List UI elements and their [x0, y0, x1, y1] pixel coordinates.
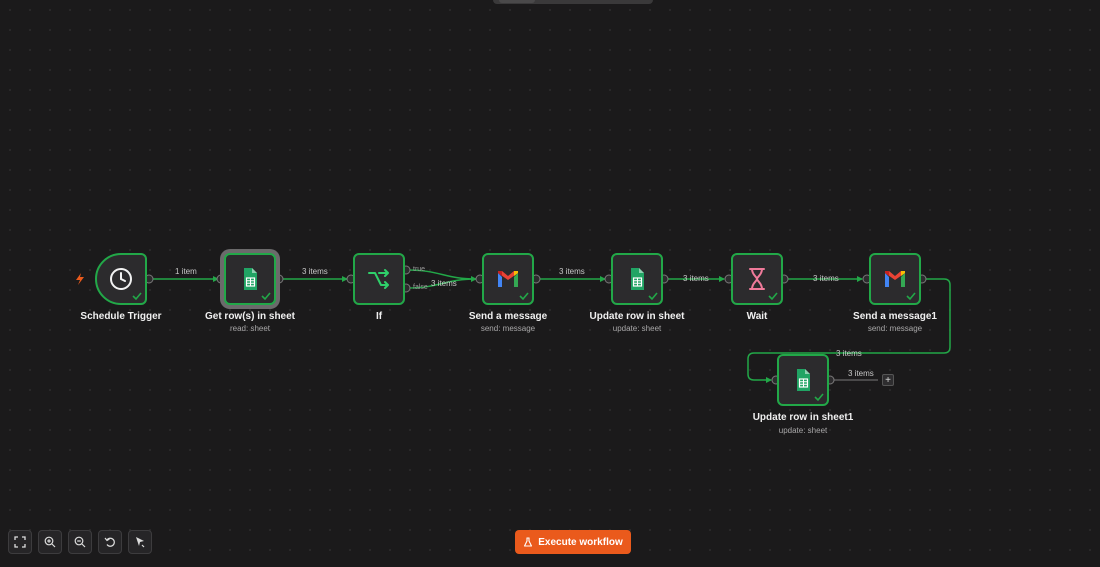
- zoom-in-icon: [44, 536, 56, 548]
- gmail-icon: [885, 271, 905, 287]
- node-update-row[interactable]: [611, 253, 663, 305]
- google-sheets-icon: [244, 268, 257, 290]
- edge-label: 3 items: [848, 369, 874, 378]
- arrow-head: [719, 276, 725, 282]
- edge-label: 3 items: [813, 274, 839, 283]
- if-true-label: true: [413, 266, 426, 273]
- success-check-icon: [906, 292, 916, 301]
- node-subtitle: update: sheet: [778, 426, 828, 435]
- edge-label: 1 item: [175, 267, 197, 276]
- edge-label: 3 items: [302, 267, 328, 276]
- execute-workflow-button[interactable]: Execute workflow: [515, 530, 631, 554]
- success-check-icon: [519, 292, 529, 301]
- node-subtitle: read: sheet: [229, 324, 271, 333]
- if-false-label: false: [413, 284, 428, 291]
- add-node-button[interactable]: +: [882, 374, 894, 386]
- tidy-up-button[interactable]: [128, 530, 152, 554]
- success-check-icon: [261, 292, 271, 301]
- flask-icon: [524, 537, 533, 547]
- edge-label: 3 items: [559, 267, 585, 276]
- output-port: [274, 274, 284, 284]
- node-if[interactable]: [353, 253, 405, 305]
- execute-workflow-label: Execute workflow: [538, 536, 623, 548]
- fit-view-icon: [14, 536, 26, 548]
- edge-label: 3 items: [431, 279, 457, 288]
- tidy-up-icon: [136, 537, 145, 548]
- arrow-head: [766, 377, 772, 383]
- google-sheets-icon: [631, 268, 644, 290]
- hourglass-icon: [749, 268, 765, 290]
- trigger-bolt-icon: [76, 273, 84, 285]
- gmail-icon: [498, 271, 518, 287]
- node-send-message1[interactable]: [869, 253, 921, 305]
- success-check-icon: [132, 292, 142, 301]
- google-sheets-icon: [797, 369, 810, 391]
- reset-zoom-button[interactable]: [98, 530, 122, 554]
- arrow-head: [857, 276, 863, 282]
- success-check-icon: [814, 393, 824, 402]
- edge-label: 3 items: [683, 274, 709, 283]
- zoom-out-button[interactable]: [68, 530, 92, 554]
- fit-view-button[interactable]: [8, 530, 32, 554]
- zoom-out-icon: [74, 536, 86, 548]
- reset-zoom-icon: [104, 537, 115, 547]
- node-get-rows[interactable]: [224, 253, 276, 305]
- clock-icon: [110, 268, 132, 290]
- node-title: Update row in sheet1: [752, 412, 854, 423]
- node-wait[interactable]: [731, 253, 783, 305]
- edge-label: 3 items: [836, 349, 862, 358]
- node-subtitle: update: sheet: [612, 324, 662, 333]
- node-title: Wait: [746, 311, 768, 322]
- success-check-icon: [648, 292, 658, 301]
- canvas-toolbar: [8, 530, 152, 554]
- node-send-message[interactable]: [482, 253, 534, 305]
- zoom-in-button[interactable]: [38, 530, 62, 554]
- node-title: Send a message1: [853, 311, 937, 322]
- workflow-connections: [144, 265, 951, 385]
- success-check-icon: [768, 292, 778, 301]
- node-update-row1[interactable]: [777, 354, 829, 406]
- node-subtitle: send: message: [867, 324, 923, 333]
- branch-icon: [368, 269, 389, 289]
- node-schedule-trigger[interactable]: [95, 253, 147, 305]
